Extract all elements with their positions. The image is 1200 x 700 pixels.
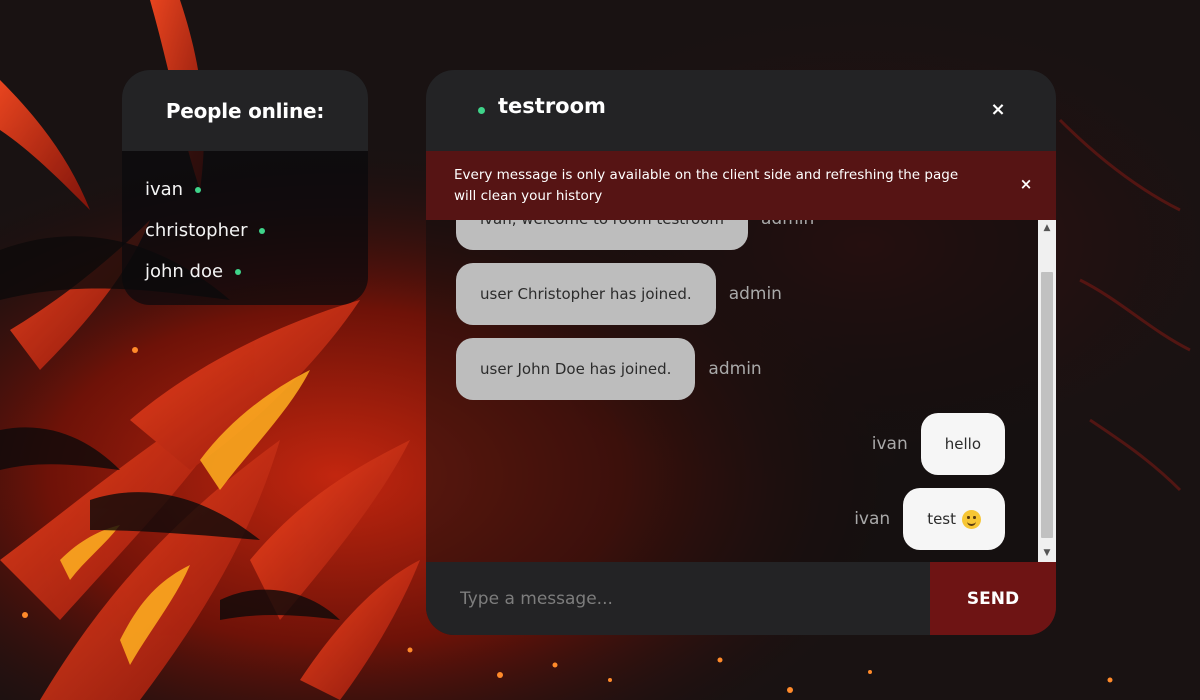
message-input[interactable] [426, 562, 930, 635]
online-user-name: ivan [145, 179, 184, 200]
send-button[interactable]: SEND [930, 562, 1056, 635]
online-user-item: john doe [145, 251, 368, 292]
message-bubble: ivan, welcome to room testroom [456, 220, 748, 250]
online-status-dot-icon [259, 227, 266, 234]
scroll-up-icon[interactable]: ▲ [1038, 220, 1056, 237]
message-text: test [927, 510, 956, 528]
message-sender: admin [728, 284, 782, 304]
people-online-title: People online: [165, 98, 325, 123]
message-item: ivan test [854, 488, 1005, 550]
close-room-button[interactable]: × [988, 100, 1008, 120]
online-user-name: john doe [145, 261, 224, 282]
message-text: hello [944, 435, 981, 453]
close-notice-button[interactable]: × [1018, 175, 1034, 195]
message-text: user John Doe has joined. [480, 360, 672, 378]
message-sender: admin [708, 359, 762, 379]
slightly-smiling-face-icon [962, 509, 981, 529]
message-bubble: test [903, 488, 1005, 550]
message-sender: ivan [854, 509, 891, 529]
chat-header: testroom × [426, 70, 1056, 151]
notice-text: Every message is only available on the c… [454, 167, 959, 204]
online-user-list: ivan christopher john doe [122, 151, 368, 292]
online-status-dot-icon [195, 186, 202, 193]
scrollbar-thumb[interactable] [1041, 272, 1053, 538]
room-status-dot-icon [478, 107, 485, 114]
chat-panel: testroom × Every message is only availab… [426, 70, 1056, 635]
message-composer: SEND [426, 562, 1056, 635]
message-bubble: hello [920, 413, 1005, 475]
message-sender: admin [761, 220, 814, 229]
online-user-item: christopher [145, 210, 368, 251]
message-scrollbar[interactable]: ▲ ▼ [1038, 220, 1056, 562]
message-text: ivan, welcome to room testroom [480, 220, 724, 228]
people-online-header: People online: [122, 70, 368, 151]
message-item: user John Doe has joined. admin [456, 338, 762, 400]
people-online-panel: People online: ivan christopher john doe [122, 70, 368, 305]
history-notice-banner: Every message is only available on the c… [426, 151, 1056, 220]
scroll-down-icon[interactable]: ▼ [1038, 545, 1056, 562]
online-user-name: christopher [145, 220, 248, 241]
message-item: ivan, welcome to room testroom admin [456, 220, 814, 250]
room-title: testroom [498, 94, 606, 118]
message-item: ivan hello [872, 413, 1005, 475]
message-bubble: user Christopher has joined. [456, 263, 716, 325]
online-user-item: ivan [145, 169, 368, 210]
message-bubble: user John Doe has joined. [456, 338, 696, 400]
message-text: user Christopher has joined. [480, 285, 692, 303]
message-sender: ivan [871, 434, 908, 454]
message-item: user Christopher has joined. admin [456, 263, 782, 325]
message-list[interactable]: ivan, welcome to room testroom admin use… [426, 220, 1038, 562]
online-status-dot-icon [235, 268, 242, 275]
